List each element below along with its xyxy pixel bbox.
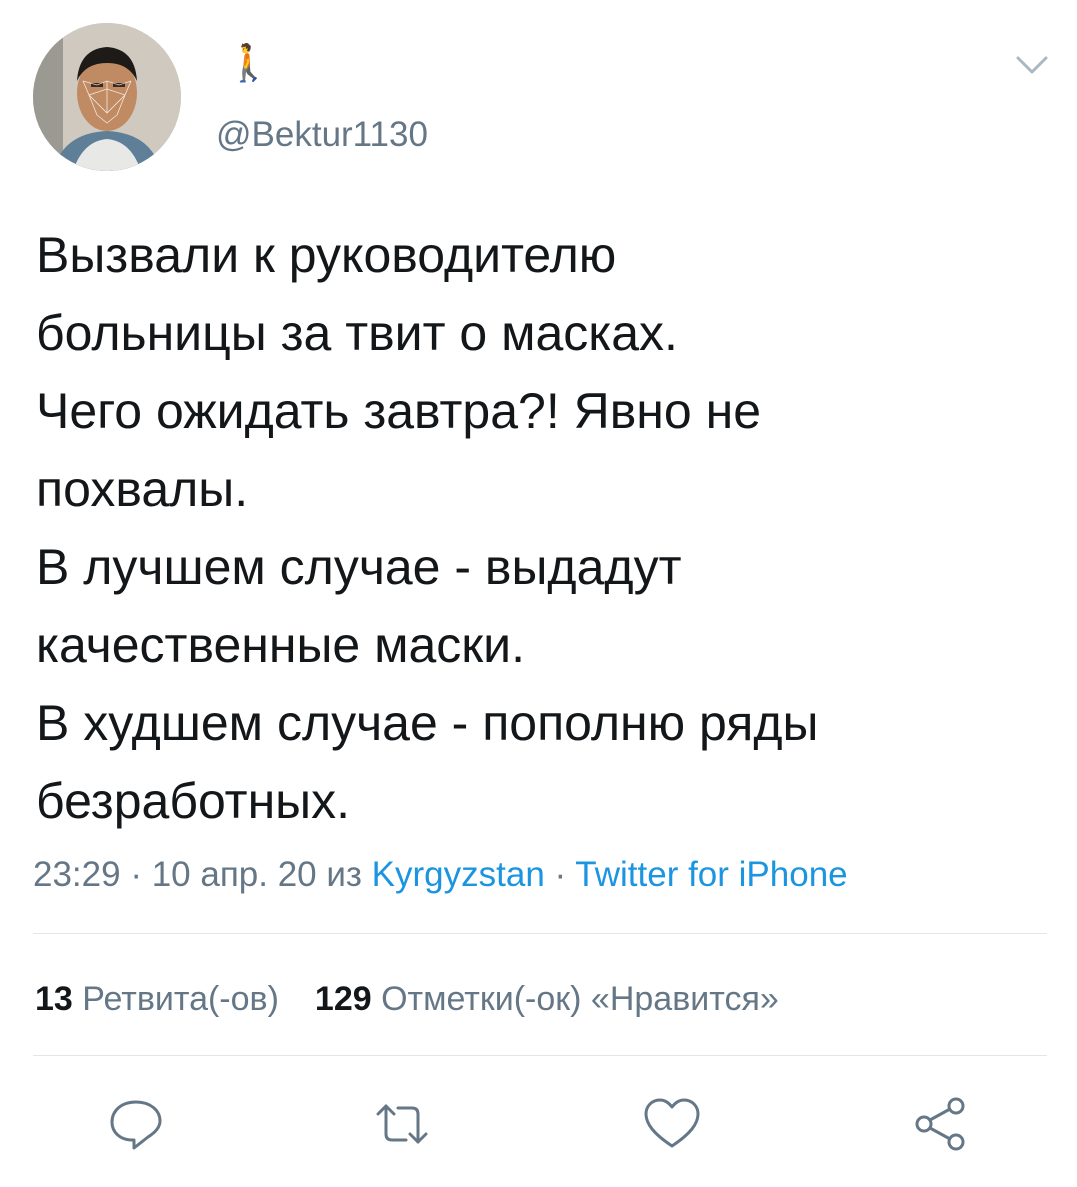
- retweets-stat[interactable]: 13 Ретвита(-ов): [35, 980, 279, 1018]
- source-link[interactable]: Twitter for iPhone: [575, 855, 847, 894]
- heart-icon[interactable]: [640, 1092, 704, 1156]
- reply-icon[interactable]: [104, 1092, 168, 1156]
- tweet-line: Вызвали к руководителю: [36, 227, 617, 283]
- retweet-icon[interactable]: [370, 1092, 434, 1156]
- meta-separator: ·: [544, 855, 576, 894]
- tweet-line: безработных.: [36, 773, 351, 829]
- tweet-line: похвалы.: [36, 461, 249, 517]
- likes-stat[interactable]: 129 Отметки(-ок) «Нравится»: [315, 980, 779, 1018]
- tweet-line: качественные маски.: [36, 617, 525, 673]
- retweets-count: 13: [35, 980, 73, 1018]
- meta-separator: ·: [120, 855, 152, 894]
- tweet-line: больницы за твит о масках.: [36, 305, 678, 361]
- tweet-time: 23:29: [33, 855, 121, 894]
- likes-count: 129: [314, 980, 372, 1018]
- likes-label: Отметки(-ок) «Нравится»: [381, 980, 779, 1018]
- tweet-line: В худшем случае - пополню ряды: [36, 695, 819, 751]
- retweets-label: Ретвита(-ов): [82, 980, 279, 1018]
- avatar-image: [33, 23, 181, 171]
- location-link[interactable]: Kyrgyzstan: [372, 855, 545, 894]
- divider: [33, 1055, 1047, 1056]
- meta-from-label: из: [316, 855, 372, 894]
- tweet-line: В лучшем случае - выдадут: [36, 539, 682, 595]
- avatar[interactable]: [33, 23, 181, 171]
- tweet-stats: 13 Ретвита(-ов) 129 Отметки(-ок) «Нравитс…: [35, 976, 779, 1022]
- divider: [33, 933, 1047, 934]
- user-handle[interactable]: @Bektur1130: [216, 114, 428, 156]
- tweet-text: Вызвали к руководителю больницы за твит …: [36, 216, 1036, 840]
- display-name[interactable]: 🚶: [226, 38, 271, 88]
- tweet-meta: 23:29 · 10 апр. 20 из Kyrgyzstan · Twitt…: [33, 852, 848, 898]
- tweet-date: 10 апр. 20: [151, 855, 317, 894]
- share-icon[interactable]: [908, 1092, 972, 1156]
- chevron-down-icon[interactable]: [1012, 50, 1052, 80]
- tweet-line: Чего ожидать завтра?! Явно не: [36, 383, 762, 439]
